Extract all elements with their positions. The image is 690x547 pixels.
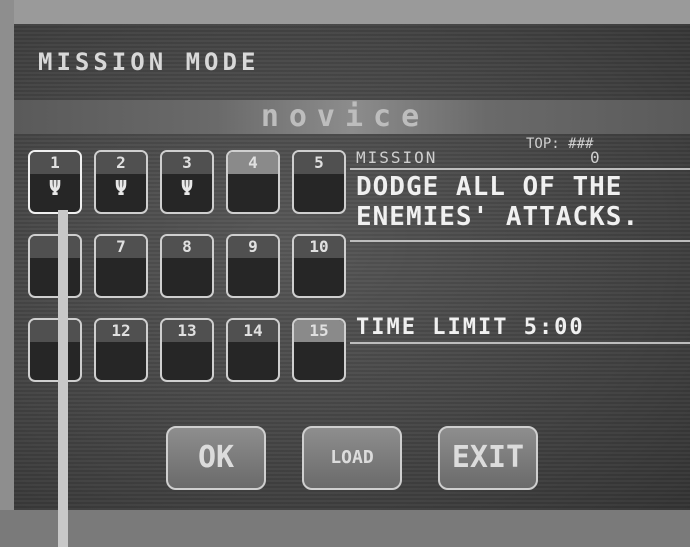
mission-cell[interactable]: 4 (226, 150, 280, 214)
mission-cell[interactable]: 5 (292, 150, 346, 214)
mission-number-label: 3 (162, 152, 212, 174)
mission-cell[interactable]: 10 (292, 234, 346, 298)
mission-number-label: 9 (228, 236, 278, 258)
mission-cell[interactable] (28, 234, 82, 298)
mission-number-label: 5 (294, 152, 344, 174)
mission-cell[interactable]: 2Ψ (94, 150, 148, 214)
mission-number-label: 12 (96, 320, 146, 342)
frame-border-top (0, 0, 690, 24)
mission-cell[interactable]: 1Ψ (28, 150, 82, 214)
trophy-icon: Ψ (48, 176, 62, 200)
frame-border-left (0, 0, 14, 547)
mission-number-label: 10 (294, 236, 344, 258)
mission-number: 0 (590, 148, 600, 167)
mission-number-label: 2 (96, 152, 146, 174)
trophy-icon: Ψ (114, 176, 128, 200)
mission-number-label: 14 (228, 320, 278, 342)
mission-number-label: 1 (30, 152, 80, 174)
load-button[interactable]: LOAD (302, 426, 402, 490)
mission-cell[interactable] (28, 318, 82, 382)
mission-cell[interactable]: 14 (226, 318, 280, 382)
mission-cell[interactable]: 13 (160, 318, 214, 382)
mission-cell[interactable]: 15 (292, 318, 346, 382)
mission-number-label: 13 (162, 320, 212, 342)
mission-number-label: 4 (228, 152, 278, 174)
divider (350, 342, 690, 344)
mission-label: MISSION (356, 148, 438, 167)
mission-number-label: 8 (162, 236, 212, 258)
mission-cell[interactable]: 3Ψ (160, 150, 214, 214)
trophy-icon: Ψ (180, 176, 194, 200)
difficulty-label[interactable]: novice (0, 100, 690, 134)
divider (350, 240, 690, 242)
mission-description: DODGE ALL OF THE ENEMIES' ATTACKS. (356, 172, 640, 232)
mission-cell[interactable]: 7 (94, 234, 148, 298)
mission-grid: 1 Ψ 2 Ψ 3 Ψ 4 5 7 8 9 10 12 13 14 15 (28, 150, 354, 390)
mission-cell[interactable]: 8 (160, 234, 214, 298)
mission-cell[interactable]: 12 (94, 318, 148, 382)
mission-cell[interactable]: 9 (226, 234, 280, 298)
time-limit: TIME LIMIT 5:00 (356, 315, 585, 340)
frame-border-bottom (0, 510, 690, 547)
ok-button[interactable]: OK (166, 426, 266, 490)
screen-title: MISSION MODE (38, 48, 260, 76)
mission-number-label (30, 320, 80, 342)
divider (350, 168, 690, 170)
mission-number-label: 7 (96, 236, 146, 258)
exit-button[interactable]: EXIT (438, 426, 538, 490)
top-score: TOP: ### (526, 136, 594, 152)
mission-number-label: 15 (294, 320, 344, 342)
mission-number-label (30, 236, 80, 258)
selection-pointer (58, 210, 68, 547)
